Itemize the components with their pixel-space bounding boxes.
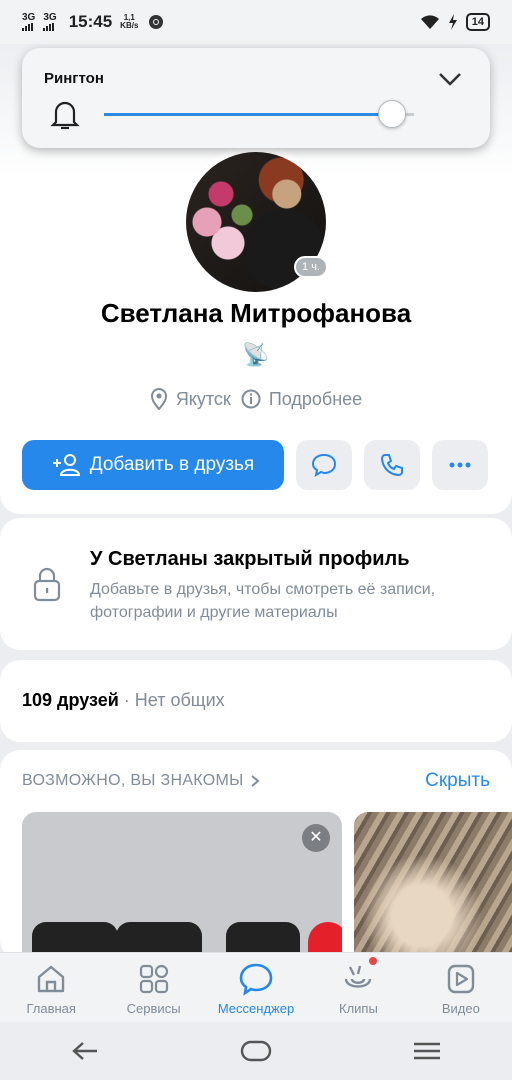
add-user-icon xyxy=(52,454,80,476)
wifi-icon xyxy=(420,15,439,29)
clock: 15:45 xyxy=(68,12,113,31)
bell-icon[interactable] xyxy=(50,98,80,132)
tab-clips[interactable]: Клипы xyxy=(307,953,409,1022)
sim1-signal: 3G xyxy=(22,13,35,31)
tab-home[interactable]: Главная xyxy=(0,953,102,1022)
menu-icon[interactable] xyxy=(413,1041,441,1061)
close-icon[interactable]: ✕ xyxy=(302,824,330,852)
tab-clips-label: Клипы xyxy=(339,1001,378,1016)
signal-bars-icon xyxy=(43,23,55,31)
speed-unit: KB/s xyxy=(120,21,139,30)
tab-messenger-label: Мессенджер xyxy=(217,1001,295,1016)
volume-title: Рингтон xyxy=(44,70,104,87)
services-icon xyxy=(139,964,168,994)
profile-name: Светлана Митрофанова xyxy=(100,298,412,328)
tab-messenger[interactable]: Мессенджер xyxy=(205,953,307,1022)
city-label: Якутск xyxy=(175,388,231,409)
more-info-label: Подробнее xyxy=(268,388,363,409)
more-dots-icon xyxy=(449,462,471,468)
bottom-tab-bar: Главная Сервисы Мессенджер Клипы Видео xyxy=(0,952,512,1022)
chevron-down-icon[interactable] xyxy=(438,70,462,88)
profile-meta: Якутск Подробнее xyxy=(0,388,512,410)
friends-card[interactable]: 109 друзей · Нет общих xyxy=(0,660,512,742)
messenger-icon xyxy=(239,963,273,996)
suggestion-card[interactable]: ✕ xyxy=(22,812,342,960)
video-icon xyxy=(447,964,475,994)
suggestions-card: ВОЗМОЖНО, ВЫ ЗНАКОМЫ Скрыть ✕ xyxy=(0,750,512,960)
lock-icon xyxy=(33,567,61,602)
suggestion-card[interactable] xyxy=(354,812,512,960)
closed-profile-card: У Светланы закрытый профиль Добавьте в д… xyxy=(0,518,512,650)
profile-status: 📡 xyxy=(242,342,270,367)
back-arrow-icon[interactable] xyxy=(71,1040,99,1062)
sim2-signal: 3G xyxy=(43,12,57,31)
closed-profile-title: У Светланы закрытый профиль xyxy=(90,548,410,570)
sim2-label: 3G xyxy=(43,12,57,23)
phone-icon xyxy=(380,454,403,477)
sim1-label: 3G xyxy=(22,12,36,23)
status-bar: 3G 3G 15:45 1,1 KB/s 14 xyxy=(0,0,512,44)
tab-video[interactable]: Видео xyxy=(410,953,512,1022)
call-button[interactable] xyxy=(364,440,420,490)
friends-summary: 109 друзей · Нет общих xyxy=(22,690,225,711)
suggestions-title-label: ВОЗМОЖНО, ВЫ ЗНАКОМЫ xyxy=(22,772,244,789)
closed-profile-description: Добавьте в друзья, чтобы смотреть её зап… xyxy=(90,581,436,621)
friends-separator: · xyxy=(118,690,135,710)
hide-suggestions-link[interactable]: Скрыть xyxy=(425,770,490,792)
more-button[interactable] xyxy=(432,440,488,490)
city-item[interactable]: Якутск xyxy=(150,388,231,410)
tab-services-label: Сервисы xyxy=(126,1001,181,1016)
common-friends: Нет общих xyxy=(134,690,225,710)
profile-actions: Добавить в друзья xyxy=(22,440,490,490)
more-info-link[interactable]: Подробнее xyxy=(241,389,362,410)
message-icon xyxy=(311,453,337,477)
chevron-right-icon xyxy=(250,775,260,787)
tab-services[interactable]: Сервисы xyxy=(102,953,204,1022)
system-navigation xyxy=(0,1022,512,1080)
clips-icon xyxy=(345,965,372,988)
network-speed: 1,1 KB/s xyxy=(120,14,138,30)
home-pill-icon[interactable] xyxy=(240,1040,272,1062)
message-button[interactable] xyxy=(296,440,352,490)
tab-home-label: Главная xyxy=(26,1001,76,1016)
last-seen-badge: 1 ч. xyxy=(294,256,328,278)
volume-slider-knob[interactable] xyxy=(378,100,406,128)
volume-popup: Рингтон xyxy=(22,48,490,148)
chrome-icon xyxy=(149,15,164,29)
friends-count: 109 друзей xyxy=(22,690,119,710)
add-friend-button[interactable]: Добавить в друзья xyxy=(22,440,284,490)
info-icon xyxy=(241,389,261,409)
home-icon xyxy=(38,965,65,993)
charging-icon xyxy=(448,14,457,30)
volume-track-filled xyxy=(104,113,392,116)
suggestions-title[interactable]: ВОЗМОЖНО, ВЫ ЗНАКОМЫ xyxy=(22,772,260,790)
add-friend-label: Добавить в друзья xyxy=(89,454,255,475)
tab-video-label: Видео xyxy=(441,1001,480,1016)
location-pin-icon xyxy=(150,388,167,410)
signal-bars-icon xyxy=(22,23,33,31)
battery-level: 14 xyxy=(465,13,490,31)
